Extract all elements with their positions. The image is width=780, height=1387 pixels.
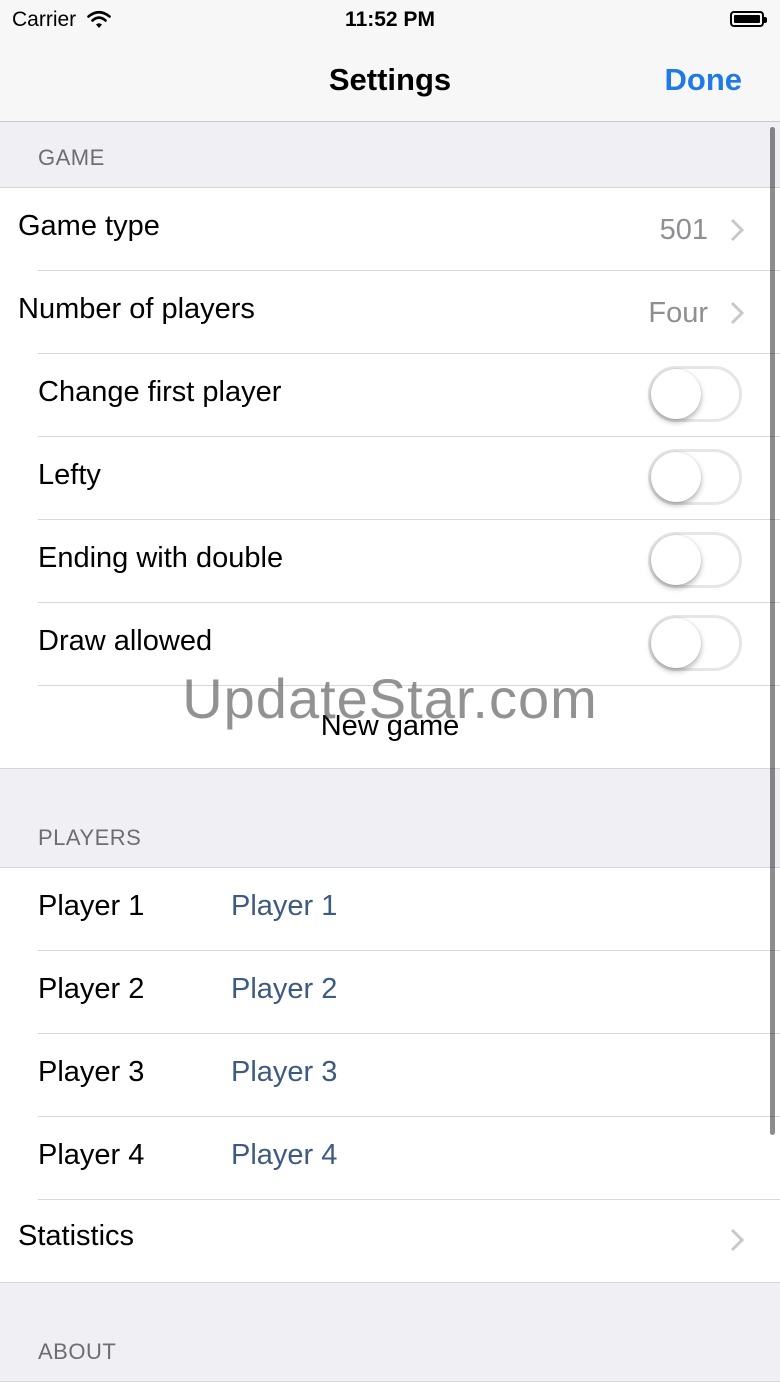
section-header-game: GAME bbox=[0, 122, 780, 188]
switch-knob bbox=[651, 618, 701, 668]
change-first-player-switch[interactable] bbox=[648, 366, 742, 422]
status-bar: Carrier 11:52 PM bbox=[0, 0, 780, 40]
battery-icon bbox=[730, 11, 767, 27]
draw-allowed-switch[interactable] bbox=[648, 615, 742, 671]
section-header-label: PLAYERS bbox=[38, 825, 142, 850]
switch-knob bbox=[651, 369, 701, 419]
player-row-2[interactable]: Player 2 Player 2 bbox=[0, 951, 780, 1034]
new-game-label: New game bbox=[320, 710, 460, 742]
battery-tip bbox=[764, 17, 767, 23]
change-first-player-row: Change first player bbox=[0, 354, 780, 437]
lefty-label: Lefty bbox=[38, 459, 101, 491]
navigation-bar: Settings Done bbox=[0, 40, 780, 122]
player-name-field[interactable]: Player 1 bbox=[231, 890, 337, 923]
players-count-row[interactable]: Number of players Four bbox=[0, 271, 780, 354]
player-name-field[interactable]: Player 3 bbox=[231, 1056, 337, 1089]
done-button[interactable]: Done bbox=[665, 62, 743, 98]
lefty-switch[interactable] bbox=[648, 449, 742, 505]
section-header-label: GAME bbox=[38, 145, 105, 170]
battery-fill bbox=[734, 15, 760, 23]
switch-knob bbox=[651, 535, 701, 585]
players-count-label: Number of players bbox=[18, 293, 255, 325]
player-row-1[interactable]: Player 1 Player 1 bbox=[0, 868, 780, 951]
player-row-3[interactable]: Player 3 Player 3 bbox=[0, 1034, 780, 1117]
new-game-button[interactable]: New game bbox=[0, 686, 780, 769]
draw-allowed-row: Draw allowed bbox=[0, 603, 780, 686]
about-row-edge bbox=[0, 1382, 780, 1387]
player-label: Player 1 bbox=[38, 890, 145, 922]
change-first-player-label: Change first player bbox=[38, 376, 282, 408]
game-type-value: 501 bbox=[659, 214, 708, 246]
ending-with-double-label: Ending with double bbox=[38, 542, 284, 574]
game-type-label: Game type bbox=[18, 210, 160, 242]
player-name-field[interactable]: Player 2 bbox=[231, 973, 337, 1006]
player-label: Player 4 bbox=[38, 1139, 145, 1171]
players-count-value: Four bbox=[648, 297, 708, 329]
player-label: Player 2 bbox=[38, 973, 145, 1005]
player-name-field[interactable]: Player 4 bbox=[231, 1139, 337, 1172]
section-header-players: PLAYERS bbox=[0, 769, 780, 868]
chevron-right-icon bbox=[730, 1228, 744, 1252]
statistics-row[interactable]: Statistics bbox=[0, 1200, 780, 1283]
player-row-4[interactable]: Player 4 Player 4 bbox=[0, 1117, 780, 1200]
page-title: Settings bbox=[328, 62, 452, 97]
status-time: 11:52 PM bbox=[345, 8, 435, 31]
switch-knob bbox=[651, 452, 701, 502]
chevron-right-icon bbox=[730, 218, 744, 242]
chevron-right-icon bbox=[730, 301, 744, 325]
scroll-indicator[interactable] bbox=[770, 127, 775, 1135]
player-label: Player 3 bbox=[38, 1056, 145, 1088]
statistics-label: Statistics bbox=[18, 1220, 135, 1252]
section-header-about: ABOUT bbox=[0, 1283, 780, 1382]
ending-with-double-row: Ending with double bbox=[0, 520, 780, 603]
game-type-row[interactable]: Game type 501 bbox=[0, 188, 780, 271]
section-header-label: ABOUT bbox=[38, 1339, 117, 1364]
draw-allowed-label: Draw allowed bbox=[38, 625, 213, 657]
lefty-row: Lefty bbox=[0, 437, 780, 520]
ending-with-double-switch[interactable] bbox=[648, 532, 742, 588]
